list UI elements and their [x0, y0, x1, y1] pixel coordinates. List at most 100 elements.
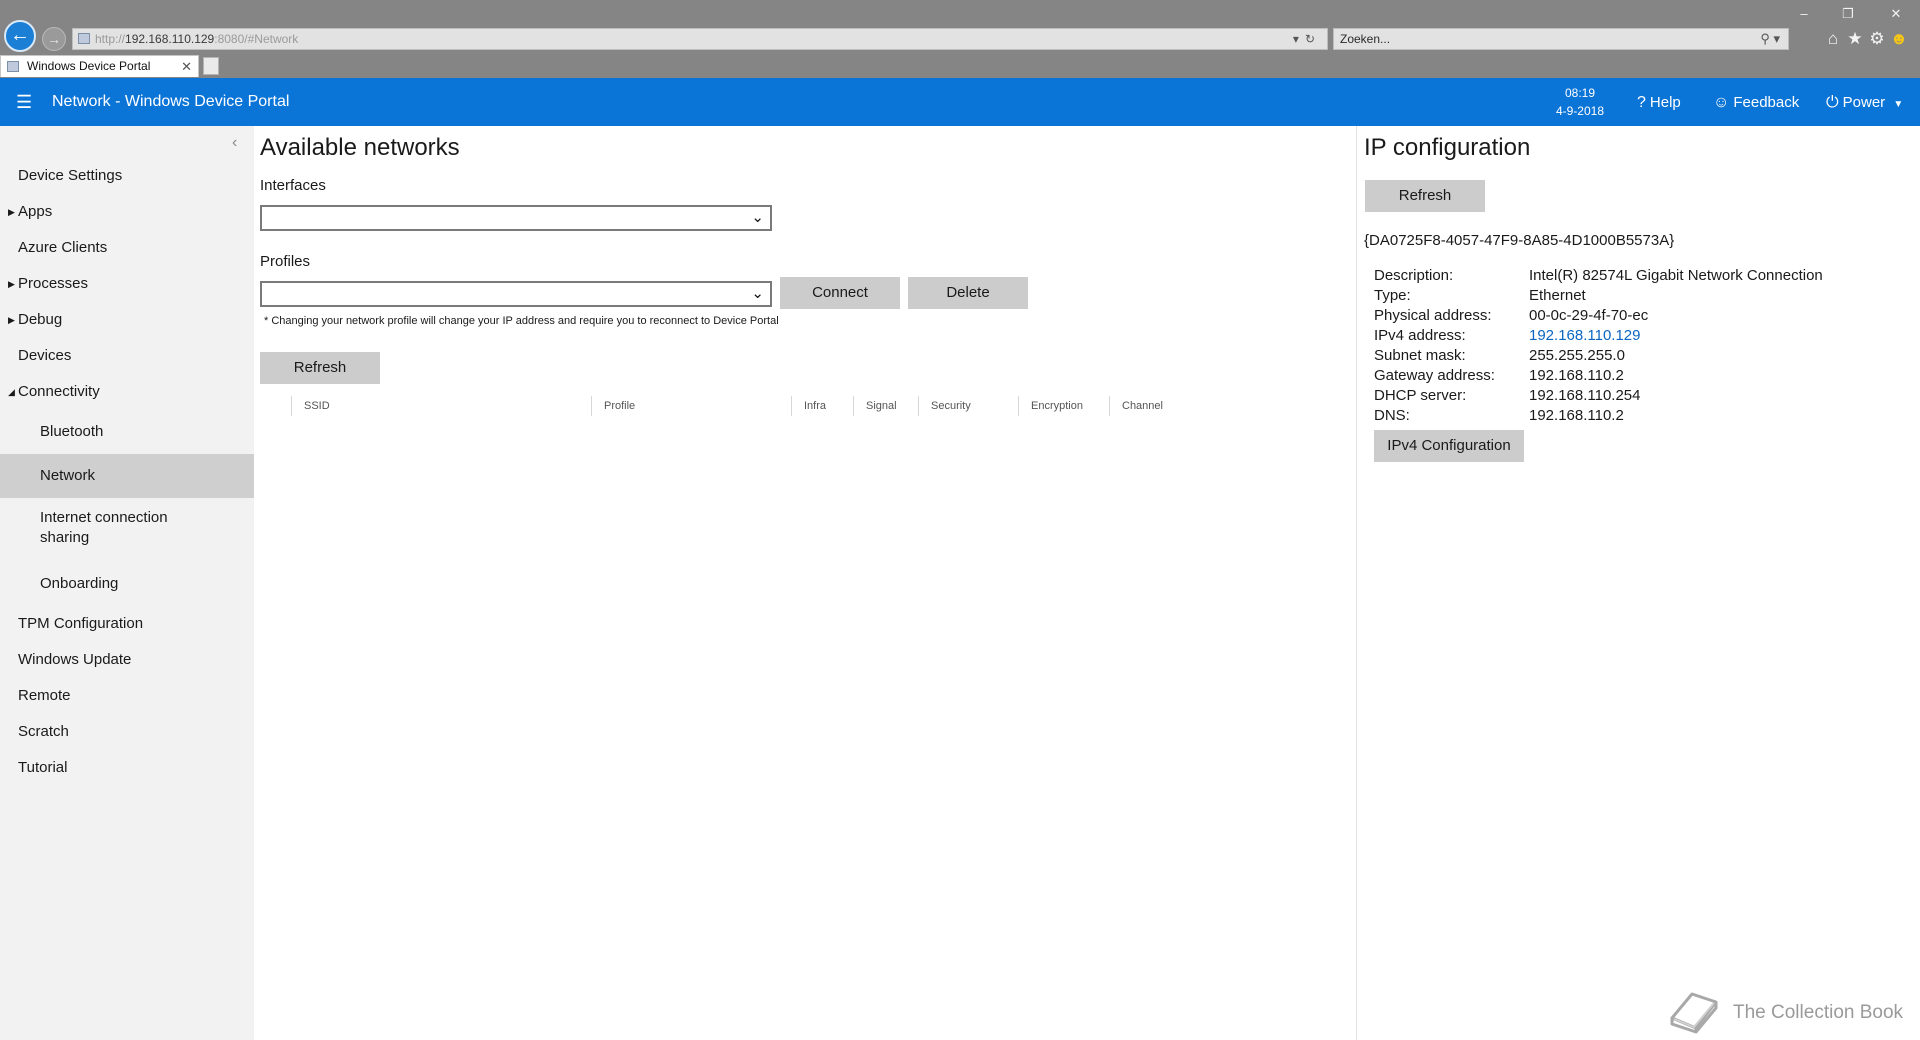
refresh-icon[interactable]: ↻: [1305, 32, 1321, 46]
restore-icon[interactable]: ❐: [1832, 4, 1864, 24]
sidebar-item-label: Scratch: [18, 723, 69, 740]
sidebar-item-label: Azure Clients: [18, 239, 108, 256]
clock-time: 08:19: [1564, 86, 1596, 100]
minimize-icon[interactable]: –: [1788, 4, 1820, 24]
chevron-down-icon: ▼: [1893, 99, 1904, 110]
smiley-icon[interactable]: ☻: [1888, 29, 1910, 49]
adapter-id: {DA0725F8-4057-47F9-8A85-4D1000B5573A}: [1364, 232, 1675, 249]
refresh-ip-button[interactable]: Refresh: [1365, 180, 1485, 212]
sidebar-item-scratch[interactable]: Scratch: [0, 714, 254, 750]
physical-address-value: 00-0c-29-4f-70-ec: [1529, 307, 1649, 324]
column-header-encryption[interactable]: Encryption: [1018, 396, 1109, 416]
sidebar-item-windows-update[interactable]: Windows Update: [0, 642, 254, 678]
type-key: Type:: [1374, 287, 1411, 304]
description-value: Intel(R) 82574L Gigabit Network Connecti…: [1529, 267, 1823, 284]
sidebar-item-onboarding[interactable]: Onboarding: [0, 566, 254, 602]
help-button[interactable]: ? Help: [1637, 93, 1681, 113]
clock: 08:19 4-9-2018: [1520, 84, 1640, 120]
column-header-ssid[interactable]: SSID: [291, 396, 591, 416]
expand-arrow-icon: ▶: [8, 315, 15, 325]
power-button[interactable]: ⏻ Power ▼: [1826, 93, 1903, 115]
sidebar-item-bluetooth[interactable]: Bluetooth: [0, 414, 254, 450]
refresh-networks-button[interactable]: Refresh: [260, 352, 380, 384]
sidebar-item-label: Network: [40, 467, 96, 484]
sidebar-item-label: Remote: [18, 687, 71, 704]
page-title: Network - Windows Device Portal: [52, 93, 290, 110]
subnet-mask-value: 255.255.255.0: [1529, 347, 1625, 364]
help-label: Help: [1649, 94, 1681, 111]
site-favicon-icon: [78, 33, 90, 44]
home-icon[interactable]: ⌂: [1822, 29, 1844, 49]
column-header-security[interactable]: Security: [918, 396, 1018, 416]
close-window-icon[interactable]: ✕: [1880, 4, 1912, 24]
tab-title: Windows Device Portal: [27, 59, 151, 73]
sidebar-item-processes[interactable]: ▶ Processes: [0, 266, 254, 302]
ipv4-configuration-button[interactable]: IPv4 Configuration: [1374, 430, 1524, 462]
sidebar-item-network[interactable]: Network: [0, 454, 254, 498]
sidebar-item-apps[interactable]: ▶ Apps: [0, 194, 254, 230]
physical-address-key: Physical address:: [1374, 307, 1492, 324]
sidebar-item-tutorial[interactable]: Tutorial: [0, 750, 254, 786]
sidebar: ‹ Device Settings ▶ Apps Azure Clients ▶ P…: [0, 126, 254, 1040]
hamburger-icon[interactable]: ☰: [16, 93, 32, 111]
sidebar-item-remote[interactable]: Remote: [0, 678, 254, 714]
type-value: Ethernet: [1529, 287, 1586, 304]
sidebar-item-label: Device Settings: [18, 167, 123, 184]
column-header-signal[interactable]: Signal: [853, 396, 918, 416]
sidebar-item-debug[interactable]: ▶ Debug: [0, 302, 254, 338]
back-arrow-icon[interactable]: ←: [4, 20, 36, 52]
star-icon[interactable]: ★: [1844, 29, 1866, 49]
sidebar-item-label: Internet connection sharing: [40, 509, 168, 546]
ip-config-title: IP configuration: [1364, 134, 1531, 161]
gear-icon[interactable]: ⚙: [1866, 29, 1888, 49]
sidebar-item-tpm-configuration[interactable]: TPM Configuration: [0, 606, 254, 642]
sidebar-item-azure-clients[interactable]: Azure Clients: [0, 230, 254, 266]
section-title: Available networks: [260, 134, 460, 161]
browser-toolbar: ⌂ ★ ⚙ ☻: [1822, 29, 1918, 49]
expand-arrow-icon: ▶: [8, 207, 15, 217]
watermark-text: The Collection Book: [1733, 1002, 1904, 1023]
sidebar-item-device-settings[interactable]: Device Settings: [0, 158, 254, 194]
forward-arrow-icon[interactable]: →: [42, 27, 66, 51]
sidebar-item-connectivity[interactable]: ◢ Connectivity: [0, 374, 254, 410]
available-networks-panel: Available networks Interfaces ⌄ Profiles…: [254, 126, 1356, 1040]
book-icon: [1670, 992, 1718, 1034]
dns-value: 192.168.110.2: [1529, 407, 1624, 424]
collapse-sidebar-icon[interactable]: ‹: [232, 134, 237, 152]
address-dropdown-icon[interactable]: ▾: [1293, 32, 1305, 46]
connect-button[interactable]: Connect: [780, 277, 900, 309]
sidebar-item-internet-connection-sharing[interactable]: Internet connection sharing: [0, 500, 210, 556]
column-header-channel[interactable]: Channel: [1109, 396, 1189, 416]
magnifier-icon[interactable]: ⚲: [1760, 31, 1770, 46]
address-host: 192.168.110.129: [125, 32, 215, 46]
address-bar[interactable]: http://192.168.110.129:8080/#Network ▾↻: [72, 28, 1328, 50]
power-label: Power: [1842, 94, 1886, 111]
collapse-arrow-icon: ◢: [8, 387, 15, 397]
new-tab-icon[interactable]: [203, 57, 219, 75]
column-header-profile[interactable]: Profile: [591, 396, 791, 416]
interfaces-label: Interfaces: [260, 177, 326, 194]
ipv4-address-link[interactable]: 192.168.110.129: [1529, 326, 1641, 346]
sidebar-item-label: TPM Configuration: [18, 615, 144, 632]
feedback-button[interactable]: ☺ Feedback: [1713, 93, 1799, 113]
delete-button[interactable]: Delete: [908, 277, 1028, 309]
profiles-dropdown[interactable]: ⌄: [260, 281, 772, 307]
power-icon: ⏻: [1826, 94, 1839, 111]
ipv4-address-key: IPv4 address:: [1374, 327, 1466, 344]
ip-configuration-panel: IP configuration Refresh {DA0725F8-4057-…: [1356, 126, 1920, 1040]
dhcp-server-key: DHCP server:: [1374, 387, 1467, 404]
close-tab-icon[interactable]: ✕: [181, 56, 192, 77]
chevron-down-icon: ⌄: [751, 285, 764, 302]
profiles-label: Profiles: [260, 253, 311, 270]
dhcp-server-value: 192.168.110.254: [1529, 387, 1641, 404]
address-rest: :8080/#Network: [214, 32, 299, 46]
sidebar-item-devices[interactable]: Devices: [0, 338, 254, 374]
browser-tab[interactable]: Windows Device Portal ✕: [0, 55, 199, 77]
dns-key: DNS:: [1374, 407, 1410, 424]
description-key: Description:: [1374, 267, 1454, 284]
search-dropdown-icon[interactable]: ▾: [1773, 31, 1780, 46]
search-box[interactable]: Zoeken... ⚲ ▾: [1333, 28, 1789, 50]
sidebar-item-label: Connectivity: [18, 383, 100, 400]
interfaces-dropdown[interactable]: ⌄: [260, 205, 772, 231]
column-header-infra[interactable]: Infra: [791, 396, 853, 416]
